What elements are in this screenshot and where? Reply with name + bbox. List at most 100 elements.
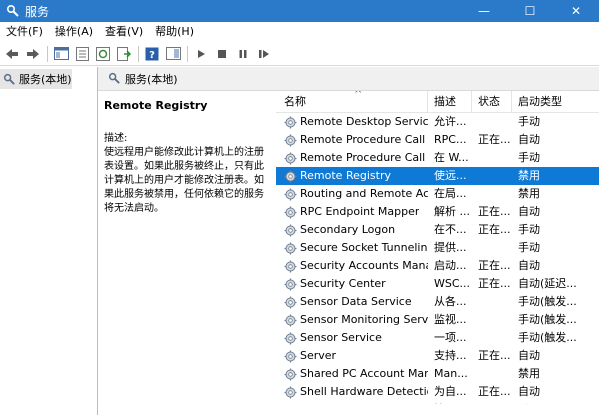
service-startup-type-cell: 自动(延迟... [518,277,577,290]
back-icon[interactable] [2,44,22,64]
service-status-cell: 正在... [478,385,511,398]
minimize-button[interactable]: — [461,0,507,22]
gear-icon [284,314,297,326]
column-header-status[interactable]: 状态 [472,91,512,113]
menu-view[interactable]: 查看(V) [99,22,149,42]
service-name-cell: Sensor Monitoring Service [276,311,428,329]
service-name-cell: Shared PC Account Mana... [276,365,428,383]
gear-icon [284,206,297,218]
service-name: Shared PC Account Mana... [300,367,428,380]
service-name: Sensor Monitoring Service [300,313,428,326]
services-header: 服务(本地) [98,67,599,91]
description-text: 使远程用户能修改此计算机上的注册表设置。如果此服务被终止，只有此计算机上的用户才… [104,147,264,214]
service-startup-type-cell: 禁用 [518,187,540,200]
table-row[interactable]: Remote Procedure Call (... RPC... 正在... 自动 [276,131,599,149]
service-name: Routing and Remote Acc... [300,187,428,200]
column-header-description[interactable]: 描述 [428,91,472,113]
column-header-name[interactable]: 名称 [276,91,428,113]
gear-icon [284,188,297,200]
table-row[interactable]: Shell Hardware Detection 为自... 正在... 自动 [276,383,599,401]
toolbar-divider [187,45,188,62]
services-icon [5,3,21,19]
toolbar: ? [0,42,599,66]
service-name: Remote Procedure Call (... [300,151,428,164]
gear-icon [284,368,297,380]
restart-service-icon[interactable] [254,44,274,64]
gear-icon [284,134,297,146]
service-name: Sensor Service [300,331,382,344]
service-name-cell: Sensor Data Service [276,293,428,311]
refresh-icon[interactable] [93,44,113,64]
service-status-cell: 正在... [478,349,511,362]
service-name-cell: Secondary Logon [276,221,428,239]
table-row[interactable]: Security Accounts Manag... 启动... 正在... 自动 [276,257,599,275]
start-service-icon[interactable] [191,44,211,64]
menu-bar: 文件(F) 操作(A) 查看(V) 帮助(H) [0,22,599,42]
table-row[interactable]: Remote Desktop Service... 允许... 手动 [276,113,599,131]
service-startup-type-cell: 禁用 [518,169,540,182]
service-name: Security Center [300,277,386,290]
menu-action[interactable]: 操作(A) [49,22,99,42]
stop-service-icon[interactable] [212,44,232,64]
service-startup-type-cell: 手动 [518,115,540,128]
menu-help[interactable]: 帮助(H) [149,22,200,42]
service-description-cell: 在局... [434,187,467,200]
service-description-cell: 监视... [434,313,467,326]
service-name: Shell Hardware Detection [300,385,428,398]
maximize-button[interactable]: ☐ [507,0,553,22]
table-row[interactable]: Sensor Monitoring Service 监视... 手动(触发... [276,311,599,329]
gear-icon [284,260,297,272]
table-row[interactable]: Routing and Remote Acc... 在局... 禁用 [276,185,599,203]
help-icon[interactable]: ? [142,44,162,64]
tree-item-label: 服务(本地) [19,73,72,86]
title-bar: 服务 — ☐ ✕ [0,0,599,22]
console-tree-icon[interactable] [51,44,71,64]
table-row[interactable]: Secure Socket Tunneling ... 提供... 手动 [276,239,599,257]
service-startup-type-cell: 手动 [518,151,540,164]
horizontal-scrollbar[interactable] [276,404,599,415]
service-status-cell: 正在... [478,259,511,272]
gear-icon [284,278,297,290]
gear-icon [284,224,297,236]
service-name: Sensor Data Service [300,295,412,308]
service-name-cell: Routing and Remote Acc... [276,185,428,203]
column-header-startup-type[interactable]: 启动类型 [512,91,592,113]
forward-icon[interactable] [23,44,43,64]
service-startup-type-cell: 自动 [518,133,540,146]
properties-icon[interactable] [72,44,92,64]
table-row[interactable]: Security Center WSC... 正在... 自动(延迟... [276,275,599,293]
table-row[interactable]: Sensor Service 一项... 手动(触发... [276,329,599,347]
service-startup-type-cell: 自动 [518,349,540,362]
service-name-cell: Shell Hardware Detection [276,383,428,401]
service-name: Remote Procedure Call (... [300,133,428,146]
tree-item-services-local[interactable]: 服务(本地) [0,69,72,89]
menu-file[interactable]: 文件(F) [0,22,49,42]
table-row[interactable]: Secondary Logon 在不... 正在... 手动 [276,221,599,239]
service-name-heading: Remote Registry [104,99,208,112]
table-row[interactable]: Server 支持... 正在... 自动 [276,347,599,365]
service-name-cell: Server [276,347,428,365]
pause-service-icon[interactable] [233,44,253,64]
export-list-icon[interactable] [114,44,134,64]
table-row[interactable]: Remote Procedure Call (... 在 W... 手动 [276,149,599,167]
table-row[interactable]: Shared PC Account Mana... Man... 禁用 [276,365,599,383]
gear-icon [284,170,297,182]
service-description-cell: 为自... [434,385,467,398]
service-description-cell: 在 W... [434,151,469,164]
service-description-cell: 提供... [434,241,467,254]
svg-text:?: ? [149,50,155,61]
service-description-cell: 启动... [434,259,467,272]
service-name-cell: Security Center [276,275,428,293]
gear-icon [284,296,297,308]
show-pane-icon[interactable] [163,44,183,64]
services-header-label: 服务(本地) [125,72,178,86]
gear-icon [284,242,297,254]
service-name: Remote Registry [300,169,391,182]
table-body: Remote Desktop Service...允许...手动Remote P… [276,113,599,415]
table-row[interactable]: Sensor Data Service 从各... 手动(触发... [276,293,599,311]
window-title: 服务 [25,4,50,19]
table-row[interactable]: RPC Endpoint Mapper 解析 ... 正在... 自动 [276,203,599,221]
table-row[interactable]: Remote Registry 使远... 禁用 [276,167,599,185]
close-button[interactable]: ✕ [553,0,599,22]
service-description-cell: 允许... [434,115,467,128]
